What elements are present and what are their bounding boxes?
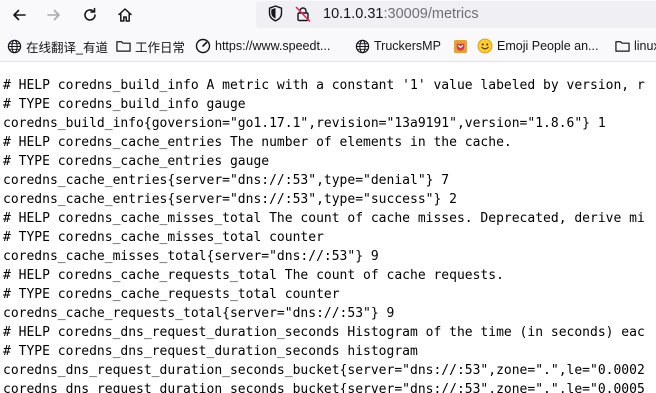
- bookmark-youdao[interactable]: 在线翻译_有道: [7, 37, 108, 55]
- bookmark-label: linux: [634, 39, 656, 53]
- metrics-line: # TYPE coredns_cache_misses_total counte…: [3, 230, 324, 245]
- bookmark-speedtest[interactable]: https://www.speedt...: [195, 37, 330, 55]
- browser-toolbar: 10.1.0.31:30009/metrics: [0, 0, 656, 31]
- pocket-icon: [453, 39, 468, 54]
- metrics-line: # HELP coredns_cache_misses_total The co…: [3, 211, 645, 226]
- metrics-line: coredns_cache_requests_total{server="dns…: [3, 306, 395, 321]
- smiley-icon: [477, 38, 493, 54]
- metrics-line: # HELP coredns_build_info A metric with …: [3, 78, 645, 93]
- url-path: :30009/metrics: [383, 6, 479, 22]
- metrics-line: coredns_build_info{goversion="go1.17.1",…: [3, 116, 606, 131]
- forward-button[interactable]: [41, 2, 67, 28]
- bookmark-label: TruckersMP: [374, 39, 441, 53]
- metrics-line: coredns_cache_entries{server="dns://:53"…: [3, 173, 450, 188]
- arrow-left-icon: [13, 9, 26, 21]
- folder-icon: [116, 39, 131, 53]
- reload-button[interactable]: [77, 2, 103, 28]
- metrics-text: # HELP coredns_build_info A metric with …: [3, 76, 656, 393]
- metrics-line: # TYPE coredns_cache_requests_total coun…: [3, 287, 340, 302]
- bookmark-truckersmp[interactable]: TruckersMP: [355, 37, 441, 55]
- insecure-lock-icon[interactable]: [295, 6, 311, 26]
- home-button[interactable]: [112, 2, 138, 28]
- globe-icon: [355, 39, 370, 54]
- globe-icon: [7, 39, 22, 54]
- bookmark-label: Emoji People an...: [497, 39, 599, 53]
- bookmark-folder-work[interactable]: 工作日常: [116, 37, 185, 55]
- bookmark-label: 工作日常: [135, 40, 186, 55]
- metrics-line: # HELP coredns_cache_requests_total The …: [3, 268, 504, 283]
- shield-icon[interactable]: [268, 5, 283, 26]
- home-icon: [118, 8, 132, 22]
- arrow-right-icon: [47, 9, 60, 21]
- url-text[interactable]: 10.1.0.31:30009/metrics: [323, 5, 479, 23]
- metrics-line: coredns_dns_request_duration_seconds_buc…: [3, 363, 645, 378]
- metrics-line: # TYPE coredns_cache_entries gauge: [3, 154, 270, 169]
- back-button[interactable]: [6, 2, 32, 28]
- metrics-line: coredns_cache_entries{server="dns://:53"…: [3, 192, 457, 207]
- reload-icon: [84, 7, 96, 21]
- metrics-line: coredns_dns_request_duration_seconds_buc…: [3, 382, 645, 393]
- address-bar[interactable]: 10.1.0.31:30009/metrics: [256, 1, 656, 28]
- bookmark-emoji[interactable]: Emoji People an...: [477, 37, 598, 55]
- metrics-line: # TYPE coredns_dns_request_duration_seco…: [3, 344, 418, 359]
- metrics-line: coredns_cache_misses_total{server="dns:/…: [3, 249, 379, 264]
- bookmark-folder-linux[interactable]: linux: [615, 37, 656, 55]
- metrics-line: # HELP coredns_cache_entries The number …: [3, 135, 512, 150]
- bookmarks-toolbar: 在线翻译_有道 工作日常 https://www.speedt... Truck…: [0, 31, 656, 62]
- bookmark-label: 在线翻译_有道: [26, 40, 108, 55]
- bookmark-pocket[interactable]: [453, 37, 472, 55]
- speedometer-icon: [195, 38, 211, 54]
- folder-icon: [615, 39, 630, 53]
- url-host: 10.1.0.31: [323, 6, 384, 22]
- metrics-line: # HELP coredns_dns_request_duration_seco…: [3, 325, 645, 340]
- bookmark-label: https://www.speedt...: [215, 39, 331, 53]
- metrics-line: # TYPE coredns_build_info gauge: [3, 97, 246, 112]
